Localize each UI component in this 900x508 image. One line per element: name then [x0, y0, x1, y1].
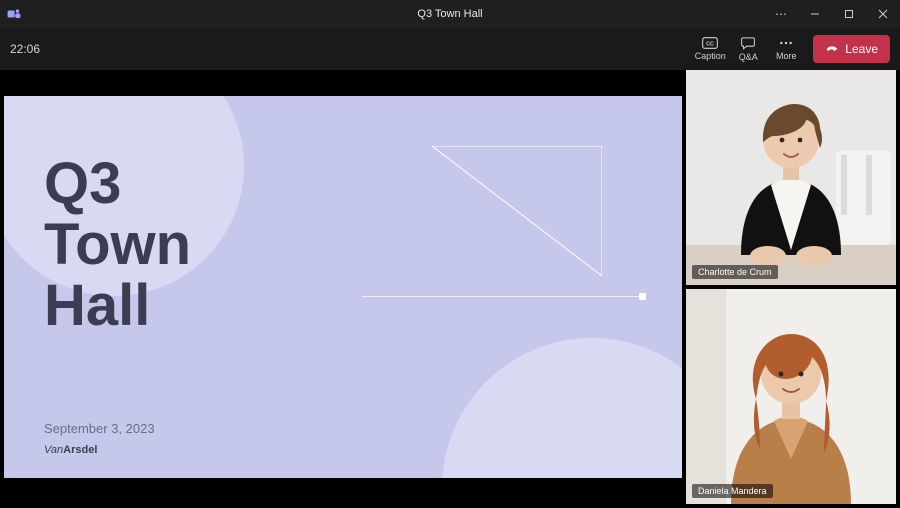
window-minimize-button[interactable]: [798, 0, 832, 28]
qa-label: Q&A: [739, 52, 758, 62]
window-controls: ⋯: [764, 0, 900, 28]
window-maximize-button[interactable]: [832, 0, 866, 28]
slide-title: Q3 Town Hall: [44, 154, 191, 337]
ellipsis-icon: [778, 37, 794, 49]
window-titlebar: Q3 Town Hall ⋯: [0, 0, 900, 28]
hangup-icon: [825, 41, 839, 58]
participants-panel: Charlotte de Crum Daniela: [686, 70, 896, 504]
meeting-timer: 22:06: [10, 42, 40, 56]
caption-button[interactable]: CC Caption: [691, 37, 729, 61]
participant-name: Charlotte de Crum: [692, 265, 778, 279]
window-more-button[interactable]: ⋯: [764, 0, 798, 28]
svg-text:CC: CC: [706, 41, 714, 47]
participant-video: [686, 70, 896, 285]
more-button[interactable]: More: [767, 37, 805, 61]
slide-date: September 3, 2023: [44, 421, 155, 436]
meeting-toolbar: 22:06 CC Caption Q&A: [0, 28, 900, 70]
meeting-stage: Q3 Town Hall September 3, 2023 VanArsdel: [0, 70, 900, 508]
shared-content: Q3 Town Hall September 3, 2023 VanArsdel: [4, 70, 682, 504]
qa-button[interactable]: Q&A: [729, 36, 767, 62]
slide-brand: VanArsdel: [44, 444, 97, 456]
cc-icon: CC: [702, 37, 718, 49]
teams-icon: [0, 7, 28, 21]
leave-button[interactable]: Leave: [813, 35, 890, 63]
leave-label: Leave: [845, 42, 878, 56]
slide-decoration: [442, 338, 682, 478]
participant-name: Daniela Mandera: [692, 484, 773, 498]
participant-tile[interactable]: Charlotte de Crum: [686, 70, 896, 285]
presentation-slide[interactable]: Q3 Town Hall September 3, 2023 VanArsdel: [4, 96, 682, 477]
participant-video: [686, 289, 896, 504]
slide-decoration: [432, 146, 602, 276]
more-label: More: [776, 51, 797, 61]
caption-label: Caption: [695, 51, 726, 61]
slide-decoration: [362, 296, 642, 297]
participant-tile[interactable]: Daniela Mandera: [686, 289, 896, 504]
window-close-button[interactable]: [866, 0, 900, 28]
chat-icon: [740, 36, 756, 50]
